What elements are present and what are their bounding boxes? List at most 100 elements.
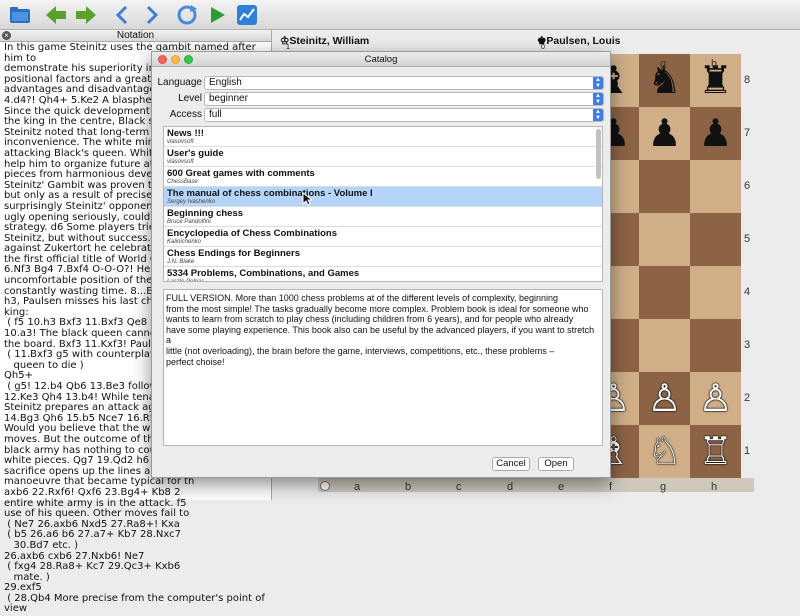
file-label: e [558, 481, 565, 493]
catalog-item[interactable]: Chess Endings for Beginners J.N. Blake [164, 247, 602, 267]
catalog-item-author: ChessBase [167, 179, 198, 185]
file-label: f [609, 481, 613, 493]
catalog-item-title: User's guide [167, 148, 224, 159]
side-to-move-icon [320, 481, 330, 491]
white-piece-icon[interactable]: ♙ [647, 380, 681, 418]
catalog-item-author: vlasovsoft [167, 159, 194, 165]
catalog-item-author: Kalinichenko [167, 239, 202, 245]
file-label: c [456, 481, 462, 493]
catalog-item[interactable]: The manual of chess combinations - Volum… [164, 187, 602, 207]
cancel-button[interactable]: Cancel [492, 457, 530, 471]
rank-label: 8 [744, 74, 751, 86]
folder-icon[interactable] [8, 3, 32, 27]
square-h7[interactable]: ♟ [690, 107, 741, 160]
zoom-window-icon[interactable] [184, 55, 193, 64]
rank-label: 1 [744, 445, 751, 457]
access-value: full [209, 109, 222, 120]
access-label: Access [169, 109, 202, 120]
square-h4[interactable] [690, 266, 741, 319]
catalog-dialog: Catalog Language English ▲ ▼ Level beginn… [151, 51, 611, 478]
catalog-item-author: vlasovsoft [167, 139, 194, 145]
notation-title: Notation [116, 30, 155, 41]
toolbar [0, 0, 800, 30]
rank-label: 2 [744, 392, 751, 404]
notation-header: × Notation [0, 30, 271, 42]
chevron-right-icon[interactable] [140, 3, 164, 27]
catalog-item-title: The manual of chess combinations - Volum… [167, 188, 373, 199]
rank-label: 3 [744, 339, 751, 351]
file-label: g [660, 481, 667, 493]
file-label: a [354, 481, 361, 493]
square-h5[interactable] [690, 213, 741, 266]
catalog-item-title: Encyclopedia of Chess Combinations [167, 228, 337, 239]
black-piece-icon[interactable]: ♟ [698, 115, 732, 153]
description-text: FULL VERSION. More than 1000 chess probl… [166, 293, 595, 367]
access-row: Access full ▲ ▼ [152, 107, 612, 123]
access-select[interactable]: full ▲ ▼ [204, 108, 604, 122]
file-label: d [507, 481, 514, 493]
square-g6[interactable] [639, 160, 690, 213]
file-label: h [711, 481, 718, 493]
file-label: b [405, 481, 412, 493]
close-icon[interactable]: × [2, 31, 11, 40]
square-g7[interactable]: ♟ [639, 107, 690, 160]
mouse-cursor-icon [302, 192, 312, 206]
square-h1[interactable]: ♖ [690, 425, 741, 478]
arrow-left-icon[interactable] [44, 3, 68, 27]
play-icon[interactable] [205, 3, 229, 27]
description-panel: FULL VERSION. More than 1000 chess probl… [163, 289, 603, 446]
language-select[interactable]: English ▲ ▼ [204, 76, 604, 90]
arrow-right-icon[interactable] [74, 3, 98, 27]
white-piece-icon[interactable]: ♙ [698, 380, 732, 418]
white-piece-icon[interactable]: ♖ [698, 433, 732, 471]
catalog-item[interactable]: Encyclopedia of Chess Combinations Kalini… [164, 227, 602, 247]
close-window-icon[interactable] [158, 55, 167, 64]
file-label: h [711, 58, 718, 70]
select-arrows-icon: ▲ ▼ [593, 77, 603, 89]
level-select[interactable]: beginner ▲ ▼ [204, 92, 604, 106]
chess-board[interactable]: ♝ ♟ ♙ ♗ ♞ ♟ ♙ ♘ ♜ ♟ ♙ ♖ [588, 54, 754, 478]
chart-icon[interactable] [235, 3, 259, 27]
catalog-list[interactable]: News !!! vlasovsoft User's guide vlasovsoft… [163, 126, 603, 282]
catalog-item-author: J.N. Blake [167, 259, 195, 265]
catalog-item-title: 5334 Problems, Combinations, and Games [167, 268, 360, 279]
catalog-item-title: 600 Great games with comments [167, 168, 315, 179]
square-h6[interactable] [690, 160, 741, 213]
catalog-item[interactable]: User's guide vlasovsoft [164, 147, 602, 167]
catalog-item-title: Chess Endings for Beginners [167, 248, 301, 259]
catalog-item-author: Bruce Pandolfini [167, 219, 211, 225]
catalog-item-author: Sergey Ivashenko [167, 199, 216, 205]
level-value: beginner [209, 93, 248, 104]
white-player-rating: 1 [286, 44, 290, 51]
dialog-title: Catalog [364, 54, 398, 65]
catalog-item-title: News !!! [167, 128, 204, 139]
rank-label: 6 [744, 180, 751, 192]
rank-label: 7 [744, 127, 751, 139]
catalog-item[interactable]: News !!! vlasovsoft [164, 127, 602, 147]
black-player-rating: 0 [541, 44, 545, 51]
square-g1[interactable]: ♘ [639, 425, 690, 478]
square-g3[interactable] [639, 319, 690, 372]
refresh-icon[interactable] [175, 3, 199, 27]
square-h2[interactable]: ♙ [690, 372, 741, 425]
square-h3[interactable] [690, 319, 741, 372]
square-g4[interactable] [639, 266, 690, 319]
level-row: Level beginner ▲ ▼ [152, 91, 612, 107]
black-piece-icon[interactable]: ♟ [647, 115, 681, 153]
square-g5[interactable] [639, 213, 690, 266]
catalog-item[interactable]: Beginning chess Bruce Pandolfini [164, 207, 602, 227]
open-button[interactable]: Open [538, 457, 574, 471]
catalog-item-title: Beginning chess [167, 208, 244, 219]
catalog-item[interactable]: 600 Great games with comments ChessBase [164, 167, 602, 187]
level-label: Level [178, 93, 202, 104]
minimize-window-icon[interactable] [171, 55, 180, 64]
list-scrollbar[interactable] [596, 129, 601, 179]
catalog-item[interactable]: 5334 Problems, Combinations, and Games La… [164, 267, 602, 282]
dialog-titlebar: Catalog [152, 52, 610, 67]
board-footer [318, 478, 754, 492]
white-piece-icon[interactable]: ♘ [647, 433, 681, 471]
select-arrows-icon: ▲ ▼ [593, 109, 603, 121]
square-g2[interactable]: ♙ [639, 372, 690, 425]
chevron-left-icon[interactable] [110, 3, 134, 27]
select-arrows-icon: ▲ ▼ [593, 93, 603, 105]
